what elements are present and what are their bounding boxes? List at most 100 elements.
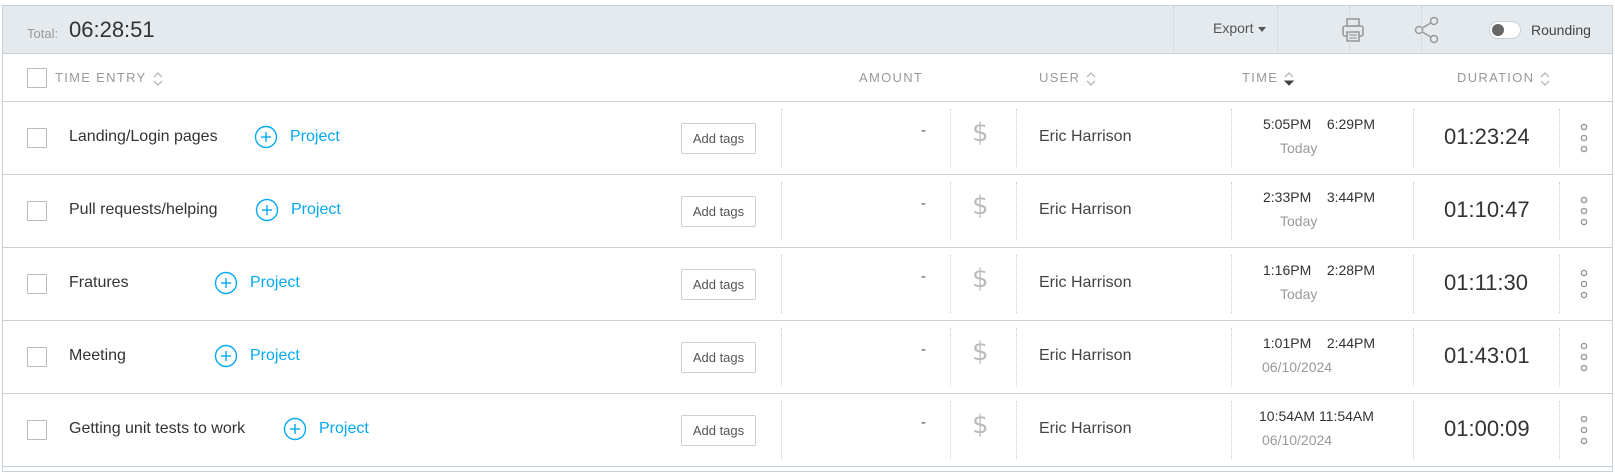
plus-circle-icon <box>254 125 278 149</box>
divider <box>1559 401 1560 459</box>
user-header-label: USER <box>1039 70 1081 85</box>
entry-date[interactable]: 06/10/2024 <box>1262 359 1332 375</box>
duration-value[interactable]: 01:43:01 <box>1444 343 1530 369</box>
sort-desc-icon <box>1284 71 1295 86</box>
divider <box>950 328 951 386</box>
plus-circle-icon <box>214 271 238 295</box>
end-time: 2:28PM <box>1326 262 1376 278</box>
dollar-icon[interactable]: $ <box>972 410 989 440</box>
row-checkbox[interactable] <box>27 347 47 367</box>
add-project-button[interactable]: Project <box>255 197 341 223</box>
duration-value[interactable]: 01:00:09 <box>1444 416 1530 442</box>
amount-header: AMOUNT <box>859 70 924 85</box>
duration-header-label: DURATION <box>1457 70 1535 85</box>
add-tags-button[interactable]: Add tags <box>681 342 756 373</box>
add-tags-button[interactable]: Add tags <box>681 415 756 446</box>
add-project-button[interactable]: Project <box>214 343 300 369</box>
row-checkbox[interactable] <box>27 420 47 440</box>
user-name: Eric Harrison <box>1039 201 1132 218</box>
divider <box>950 109 951 167</box>
select-all-checkbox[interactable] <box>27 68 47 88</box>
user-name: Eric Harrison <box>1039 347 1132 364</box>
start-time: 5:05PM <box>1263 116 1312 132</box>
divider <box>1559 328 1560 386</box>
entry-description[interactable]: Landing/Login pages <box>69 128 218 146</box>
add-project-button[interactable]: Project <box>254 124 340 150</box>
dollar-icon[interactable]: $ <box>972 191 989 221</box>
rounding-toggle[interactable] <box>1489 21 1521 39</box>
divider <box>1231 328 1232 386</box>
time-range[interactable]: 10:54AM 11:54AM <box>1259 408 1374 424</box>
entry-date[interactable]: 06/10/2024 <box>1262 432 1332 448</box>
duration-header[interactable]: DURATION <box>1457 70 1550 86</box>
time-header[interactable]: TIME <box>1242 70 1295 86</box>
export-button[interactable]: Export <box>1213 20 1267 36</box>
plus-circle-icon <box>255 198 279 222</box>
divider <box>950 255 951 313</box>
add-tags-button[interactable]: Add tags <box>681 196 756 227</box>
divider <box>1231 182 1232 240</box>
user-name: Eric Harrison <box>1039 128 1132 145</box>
divider <box>1016 401 1017 459</box>
plus-circle-icon <box>283 417 307 441</box>
add-project-button[interactable]: Project <box>214 270 300 296</box>
more-vertical-icon[interactable] <box>1578 195 1590 227</box>
column-headers: TIME ENTRY AMOUNT USER TIME DURATION <box>3 54 1612 102</box>
divider <box>1559 182 1560 240</box>
dollar-icon[interactable]: $ <box>972 118 989 148</box>
sort-icon <box>153 71 162 86</box>
divider <box>1559 255 1560 313</box>
add-project-button[interactable]: Project <box>283 416 369 442</box>
row-checkbox[interactable] <box>27 128 47 148</box>
entry-description[interactable]: Getting unit tests to work <box>69 420 245 438</box>
end-time: 6:29PM <box>1326 116 1376 132</box>
duration-value[interactable]: 01:23:24 <box>1444 124 1530 150</box>
project-label: Project <box>290 128 340 145</box>
divider <box>1173 6 1174 54</box>
entry-date[interactable]: Today <box>1280 286 1317 302</box>
time-range[interactable]: 2:33PM 3:44PM <box>1263 189 1375 205</box>
entry-date[interactable]: Today <box>1280 213 1317 229</box>
add-tags-button[interactable]: Add tags <box>681 123 756 154</box>
more-vertical-icon[interactable] <box>1578 414 1590 446</box>
dollar-icon[interactable]: $ <box>972 337 989 367</box>
plus-circle-icon <box>214 344 238 368</box>
divider <box>1413 255 1414 313</box>
time-entries-panel: Total: 06:28:51 Export Rounding TIME ENT… <box>2 5 1613 472</box>
more-vertical-icon[interactable] <box>1578 341 1590 373</box>
row-checkbox[interactable] <box>27 274 47 294</box>
more-vertical-icon[interactable] <box>1578 268 1590 300</box>
more-vertical-icon[interactable] <box>1578 122 1590 154</box>
add-tags-button[interactable]: Add tags <box>681 269 756 300</box>
divider <box>781 328 782 386</box>
time-range[interactable]: 1:16PM 2:28PM <box>1263 262 1375 278</box>
divider <box>1421 6 1422 54</box>
divider <box>1559 109 1560 167</box>
row-checkbox[interactable] <box>27 201 47 221</box>
divider <box>1016 328 1017 386</box>
user-name: Eric Harrison <box>1039 420 1132 437</box>
start-time: 1:16PM <box>1263 262 1312 278</box>
entry-date[interactable]: Today <box>1280 140 1317 156</box>
divider <box>1231 109 1232 167</box>
table-row: Fratures Project Add tags - $ Eric Harri… <box>3 248 1612 321</box>
entry-description[interactable]: Meeting <box>69 347 126 365</box>
dollar-icon[interactable]: $ <box>972 264 989 294</box>
entry-description[interactable]: Fratures <box>69 274 129 292</box>
divider <box>1231 255 1232 313</box>
sort-icon <box>1540 71 1550 86</box>
share-icon[interactable] <box>1413 16 1441 44</box>
user-header[interactable]: USER <box>1039 70 1096 86</box>
divider <box>1016 255 1017 313</box>
time-range[interactable]: 1:01PM 2:44PM <box>1263 335 1375 351</box>
printer-icon[interactable] <box>1339 16 1367 44</box>
divider <box>1016 109 1017 167</box>
divider <box>950 401 951 459</box>
time-range[interactable]: 5:05PM 6:29PM <box>1263 116 1375 132</box>
duration-value[interactable]: 01:11:30 <box>1444 270 1528 296</box>
time-entry-header[interactable]: TIME ENTRY <box>55 70 163 86</box>
table-row: Meeting Project Add tags - $ Eric Harris… <box>3 321 1612 394</box>
entry-description[interactable]: Pull requests/helping <box>69 201 218 219</box>
duration-value[interactable]: 01:10:47 <box>1444 197 1530 223</box>
start-time: 10:54AM <box>1259 408 1316 424</box>
